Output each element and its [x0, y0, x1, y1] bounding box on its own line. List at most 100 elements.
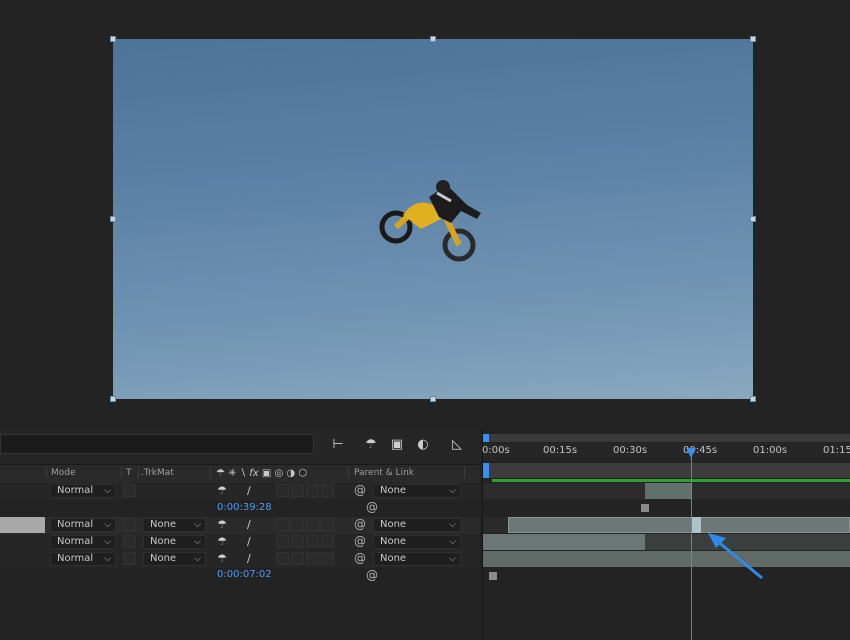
pick-whip-icon[interactable]: @	[366, 500, 378, 514]
layer-label-color[interactable]	[0, 517, 45, 533]
chevron-down-icon: ⌵	[104, 520, 111, 530]
motion-blur-switch[interactable]	[306, 552, 319, 565]
t-column-header[interactable]: T	[126, 468, 132, 478]
preserve-transparency-toggle[interactable]	[123, 484, 136, 497]
quality-switch-icon[interactable]: ∕	[247, 552, 251, 565]
adjustment-layer-switch[interactable]	[321, 552, 334, 565]
parent-select[interactable]: None ⌵	[373, 518, 461, 532]
trkmat-column-header[interactable]: .TrkMat	[141, 468, 174, 478]
adjustment-layer-switch[interactable]	[321, 535, 334, 548]
effects-switch[interactable]	[276, 552, 289, 565]
chevron-down-icon: ⌵	[449, 537, 456, 547]
blend-mode-select[interactable]: Normal ⌵	[50, 518, 116, 532]
draft-3d-icon[interactable]: ☂	[360, 436, 382, 454]
quality-switch-icon[interactable]: ∕	[247, 518, 251, 531]
column-divider	[46, 467, 47, 479]
effects-switch[interactable]	[276, 535, 289, 548]
frame-blending-icon[interactable]: ▣	[386, 436, 408, 454]
time-ruler-tick-label: 0:00s	[482, 445, 510, 456]
frame-blend-switch[interactable]	[291, 484, 304, 497]
pick-whip-icon[interactable]: @	[354, 483, 366, 497]
parent-select[interactable]: None ⌵	[373, 484, 461, 498]
motocross-rider-image	[379, 180, 481, 262]
parent-select[interactable]: None ⌵	[373, 535, 461, 549]
time-ruler-tick-label: 00:15s	[543, 445, 578, 456]
layer-duration-bar-selected[interactable]	[508, 517, 850, 533]
shy-switch-icon[interactable]: ☂	[217, 552, 227, 565]
motion-blur-icon[interactable]: ◐	[412, 436, 434, 454]
mode-column-header[interactable]: Mode	[51, 468, 76, 478]
chevron-down-icon: ⌵	[194, 554, 201, 564]
pick-whip-icon[interactable]: @	[354, 534, 366, 548]
chevron-down-icon: ⌵	[449, 520, 456, 530]
time-ruler[interactable]	[483, 443, 850, 461]
keyframe-marker[interactable]	[489, 572, 497, 580]
parent-select[interactable]: None ⌵	[373, 552, 461, 566]
preserve-transparency-toggle[interactable]	[123, 535, 136, 548]
time-ruler-tick-label: 01:15	[823, 445, 850, 456]
column-divider	[210, 467, 211, 479]
work-area-indicator	[492, 479, 850, 482]
layer-duration-bar[interactable]	[645, 483, 691, 499]
chevron-down-icon: ⌵	[194, 520, 201, 530]
motion-blur-switch[interactable]	[306, 535, 319, 548]
column-divider	[138, 467, 139, 479]
transform-handle-top-left[interactable]	[110, 36, 116, 42]
transform-handle-bottom-left[interactable]	[110, 396, 116, 402]
keyframe-marker[interactable]	[641, 504, 649, 512]
adjustment-layer-switch[interactable]	[321, 518, 334, 531]
frame-blend-switch[interactable]	[291, 535, 304, 548]
layer-duration-bar[interactable]	[483, 551, 850, 567]
frame-blend-switch[interactable]	[291, 552, 304, 565]
quality-switch-icon[interactable]: ∕	[247, 484, 251, 497]
current-time-indicator-line[interactable]	[691, 452, 692, 640]
effects-switch[interactable]	[276, 518, 289, 531]
motion-blur-switch[interactable]	[306, 484, 319, 497]
shy-switch-icon[interactable]: ☂	[217, 484, 227, 497]
layer-duration-bar[interactable]	[483, 534, 645, 550]
property-timecode[interactable]: 0:00:39:28	[217, 502, 272, 513]
preserve-transparency-toggle[interactable]	[123, 518, 136, 531]
chevron-down-icon: ⌵	[104, 537, 111, 547]
track-matte-select[interactable]: None ⌵	[143, 518, 206, 532]
frame-blend-switch[interactable]	[291, 518, 304, 531]
adjustment-layer-switch[interactable]	[321, 484, 334, 497]
track-matte-select[interactable]: None ⌵	[143, 535, 206, 549]
time-ruler-tick-label: 01:00s	[753, 445, 788, 456]
column-divider	[348, 467, 349, 479]
parent-link-column-header[interactable]: Parent & Link	[354, 468, 414, 478]
shy-switch-icon[interactable]: ☂	[217, 535, 227, 548]
effects-switch[interactable]	[276, 484, 289, 497]
blend-mode-select[interactable]: Normal ⌵	[50, 552, 116, 566]
transform-handle-bottom-center[interactable]	[430, 396, 436, 402]
transform-handle-middle-left[interactable]	[110, 216, 116, 222]
chevron-down-icon: ⌵	[449, 486, 456, 496]
time-navigator-bar[interactable]	[483, 463, 850, 478]
graph-editor-icon[interactable]: ◺	[446, 436, 468, 454]
transform-handle-top-center[interactable]	[430, 36, 436, 42]
pick-whip-icon[interactable]: @	[366, 568, 378, 582]
shy-switch-icon[interactable]: ☂	[217, 518, 227, 531]
work-area-start-handle[interactable]	[483, 434, 489, 442]
quality-switch-icon[interactable]: ∕	[247, 535, 251, 548]
transform-handle-top-right[interactable]	[750, 36, 756, 42]
transform-handle-bottom-right[interactable]	[750, 396, 756, 402]
blend-mode-select[interactable]: Normal ⌵	[50, 535, 116, 549]
switches-header-icons: ☂ ✳ ∖ fx ▣ ◎ ◑ ⬡	[216, 468, 308, 479]
pick-whip-icon[interactable]: @	[354, 551, 366, 565]
chevron-down-icon: ⌵	[449, 554, 456, 564]
transform-handle-middle-right[interactable]	[750, 216, 756, 222]
preserve-transparency-toggle[interactable]	[123, 552, 136, 565]
annotation-arrow-icon	[708, 533, 763, 580]
pick-whip-icon[interactable]: @	[354, 517, 366, 531]
blend-mode-select[interactable]: Normal ⌵	[50, 484, 116, 498]
track-matte-select[interactable]: None ⌵	[143, 552, 206, 566]
navigator-start-handle[interactable]	[483, 463, 489, 478]
footage-frame[interactable]	[113, 39, 753, 399]
property-timecode[interactable]: 0:00:07:02	[217, 569, 272, 580]
current-time-indicator-head[interactable]	[686, 448, 696, 458]
work-area-bar[interactable]	[483, 434, 850, 442]
layer-search-input[interactable]	[0, 434, 314, 454]
composition-flowchart-icon[interactable]: ⊢	[327, 436, 349, 454]
motion-blur-switch[interactable]	[306, 518, 319, 531]
